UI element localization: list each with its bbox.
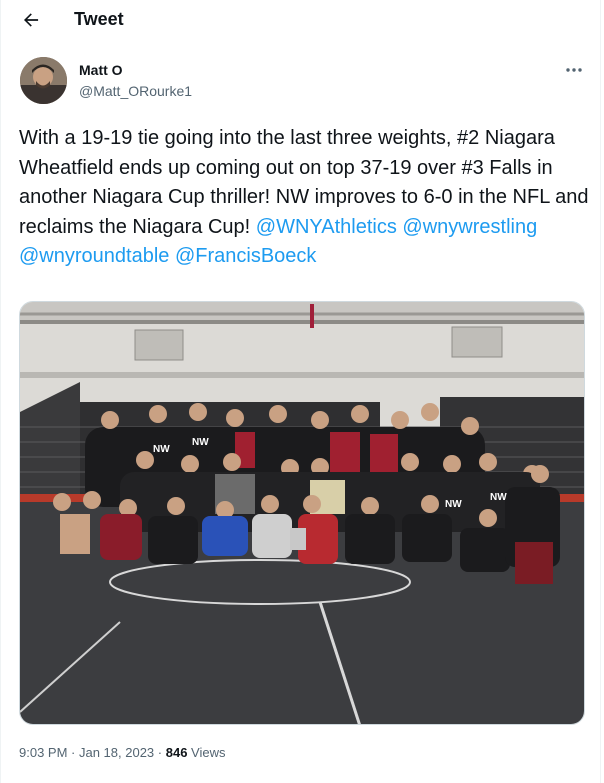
views-count: 846 [165,745,188,760]
mention-wnywrestling[interactable]: @wnywrestling [402,216,537,238]
tweet-time[interactable]: 9:03 PM [19,745,67,760]
header: Tweet [1,0,602,40]
avatar-image [20,57,67,104]
tweet-page: Tweet Matt O @Matt_ORourke1 With a 19-19… [0,0,601,783]
tweet-photo[interactable]: NW NW NW NW [19,301,585,725]
back-button[interactable] [17,6,45,34]
mention-wnyroundtable[interactable]: @wnyroundtable [19,245,169,267]
team-photo-image: NW NW NW NW [20,302,584,724]
mention-francisboeck[interactable]: @FrancisBoeck [175,245,316,267]
mention-wnyathletics[interactable]: @WNYAthletics [256,216,397,238]
more-horizontal-icon [566,68,582,72]
tweet-text: With a 19-19 tie going into the last thr… [19,124,589,272]
more-button[interactable] [561,60,587,80]
views-label: Views [187,745,226,760]
separator: · [154,745,166,760]
jersey-text: NW [153,444,170,455]
separator: · [67,745,79,760]
tweet-date[interactable]: Jan 18, 2023 [79,745,154,760]
jersey-text: NW [445,499,462,510]
author-name[interactable]: Matt O [79,62,123,78]
tweet-meta: 9:03 PM · Jan 18, 2023 · 846 Views [19,745,226,760]
jersey-text: NW [490,492,507,503]
jersey-text: NW [192,437,209,448]
page-title: Tweet [74,9,124,29]
author-handle[interactable]: @Matt_ORourke1 [79,83,192,99]
arrow-left-icon [24,13,39,27]
avatar[interactable] [20,57,67,104]
